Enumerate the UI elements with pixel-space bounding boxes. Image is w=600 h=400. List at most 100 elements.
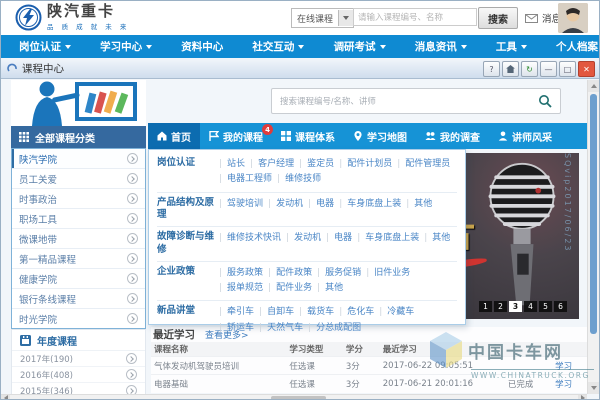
nav-item-profile[interactable]: 个人档案 — [556, 39, 598, 54]
menu-link[interactable]: 危化车 — [339, 305, 379, 320]
menu-link[interactable]: 牵引车 — [219, 305, 259, 320]
nav-item-certification[interactable]: 岗位认证 — [19, 39, 71, 54]
menu-link[interactable]: 发动机 — [286, 231, 326, 246]
vertical-scrollbar[interactable] — [587, 80, 599, 394]
refresh-button[interactable]: ↻ — [521, 61, 538, 77]
minimize-button[interactable]: — — [540, 61, 557, 77]
tab-lecturers[interactable]: 讲师风采 — [489, 123, 561, 149]
menu-link[interactable]: 维修技术快讯 — [219, 231, 286, 246]
nav-item-news[interactable]: 消息资讯 — [415, 39, 467, 54]
tab-my-survey[interactable]: 我的调查 — [416, 123, 489, 149]
nav-item-learning-center[interactable]: 学习中心 — [100, 39, 152, 54]
pager-dot[interactable]: 2 — [494, 301, 507, 312]
menu-link[interactable]: 驾驶培训 — [219, 197, 268, 212]
pager-dot[interactable]: 6 — [554, 301, 567, 312]
expand-icon[interactable] — [126, 369, 137, 380]
menu-category[interactable]: 产品结构及原理 — [157, 197, 219, 223]
expand-icon[interactable] — [127, 273, 138, 284]
tab-course-system[interactable]: 课程体系 — [272, 123, 344, 149]
menu-category[interactable]: 岗位认证 — [157, 157, 219, 188]
menu-link[interactable]: 报单规范 — [219, 281, 268, 296]
expand-icon[interactable] — [127, 253, 138, 264]
menu-link[interactable]: 分总成配图 — [308, 321, 366, 336]
expand-icon[interactable] — [127, 173, 138, 184]
nav-item-social[interactable]: 社交互动 — [252, 39, 304, 54]
study-link[interactable]: 学习 — [552, 375, 587, 393]
all-categories-header[interactable]: 全部课程分类 — [11, 126, 146, 148]
pager-dot[interactable]: 1 — [479, 301, 492, 312]
menu-link[interactable]: 电器 — [308, 197, 339, 212]
home-button[interactable] — [502, 61, 519, 77]
category-item[interactable]: 时事政治 — [12, 189, 145, 209]
menu-link[interactable]: 其他 — [317, 281, 348, 296]
category-item[interactable]: 健康学院 — [12, 269, 145, 289]
menu-link[interactable]: 冷藏车 — [379, 305, 419, 320]
nav-item-resources[interactable]: 资料中心 — [181, 39, 223, 54]
menu-link[interactable]: 其他 — [424, 231, 455, 246]
nav-item-exams[interactable]: 调研考试 — [334, 39, 386, 54]
tab-learning-map[interactable]: 学习地图 — [344, 123, 416, 149]
menu-link[interactable]: 自卸车 — [259, 305, 299, 320]
menu-link[interactable]: 天然气车 — [259, 321, 308, 336]
menu-link[interactable]: 轿运车 — [219, 321, 259, 336]
menu-link[interactable]: 车身底盘上装 — [357, 231, 424, 246]
course-name[interactable]: 气体发动机驾驶员培训 — [151, 357, 286, 375]
tab-home[interactable]: 首页 — [148, 123, 200, 149]
close-button[interactable]: ✕ — [578, 61, 595, 77]
menu-link[interactable]: 维修技师 — [277, 172, 326, 187]
menu-link[interactable]: 配件业务 — [268, 281, 317, 296]
expand-icon[interactable] — [126, 353, 137, 364]
menu-link[interactable]: 旧件业务 — [366, 266, 415, 281]
menu-link[interactable]: 服务政策 — [219, 266, 268, 281]
horizontal-scroll-thumb[interactable] — [271, 396, 326, 400]
menu-link[interactable]: 鉴定员 — [299, 157, 339, 172]
header-search-button[interactable]: 搜索 — [478, 7, 518, 29]
category-item[interactable]: 时光学院 — [12, 309, 145, 328]
expand-icon[interactable] — [127, 153, 138, 164]
help-button[interactable]: ? — [483, 61, 500, 77]
annual-item[interactable]: 2016年(408) — [12, 367, 145, 383]
menu-link[interactable]: 电器工程师 — [219, 172, 277, 187]
expand-icon[interactable] — [127, 213, 138, 224]
scroll-right-icon[interactable] — [578, 395, 587, 400]
maximize-button[interactable]: □ — [559, 61, 576, 77]
caret-down-icon[interactable] — [338, 10, 353, 26]
scroll-up-icon[interactable] — [588, 80, 599, 92]
category-item[interactable]: 职场工具 — [12, 209, 145, 229]
expand-icon[interactable] — [127, 233, 138, 244]
search-icon[interactable] — [538, 94, 553, 109]
pager-dot[interactable]: 4 — [524, 301, 537, 312]
menu-category[interactable]: 新品讲堂 — [157, 305, 219, 336]
expand-icon[interactable] — [127, 193, 138, 204]
scroll-down-icon[interactable] — [588, 382, 599, 394]
category-item[interactable]: 陕汽学院 — [12, 149, 145, 169]
menu-link[interactable]: 客户经理 — [250, 157, 299, 172]
study-link[interactable]: 学习 — [552, 357, 587, 375]
category-item[interactable]: 第一精品课程 — [12, 249, 145, 269]
menu-link[interactable]: 发动机 — [268, 197, 308, 212]
course-search-input[interactable] — [272, 96, 538, 106]
nav-item-tools[interactable]: 工具 — [496, 39, 527, 54]
header-search-input[interactable] — [353, 8, 477, 26]
scroll-left-icon[interactable] — [1, 395, 10, 400]
tab-my-courses[interactable]: 我的课程 4 — [200, 123, 272, 149]
menu-link[interactable]: 配件政策 — [268, 266, 317, 281]
pager-dot-active[interactable]: 3 — [509, 301, 522, 312]
menu-link[interactable]: 载货车 — [299, 305, 339, 320]
menu-link[interactable]: 站长 — [219, 157, 250, 172]
horizontal-scrollbar[interactable] — [1, 394, 587, 400]
menu-category[interactable]: 企业政策 — [157, 266, 219, 297]
vertical-scroll-thumb[interactable] — [590, 94, 597, 334]
course-type-select[interactable]: 在线课程 — [291, 8, 354, 28]
menu-link[interactable]: 配件管理员 — [397, 157, 455, 172]
menu-link[interactable]: 其他 — [406, 197, 437, 212]
menu-category[interactable]: 故障诊断与维修 — [157, 231, 219, 257]
expand-icon[interactable] — [127, 293, 138, 304]
menu-link[interactable]: 车身底盘上装 — [339, 197, 406, 212]
annual-item[interactable]: 2017年(190) — [12, 351, 145, 367]
category-item[interactable]: 微课地带 — [12, 229, 145, 249]
category-item[interactable]: 员工关爱 — [12, 169, 145, 189]
course-name[interactable]: 电器基础 — [151, 375, 286, 393]
user-avatar[interactable] — [558, 3, 588, 33]
category-item[interactable]: 银行条线课程 — [12, 289, 145, 309]
